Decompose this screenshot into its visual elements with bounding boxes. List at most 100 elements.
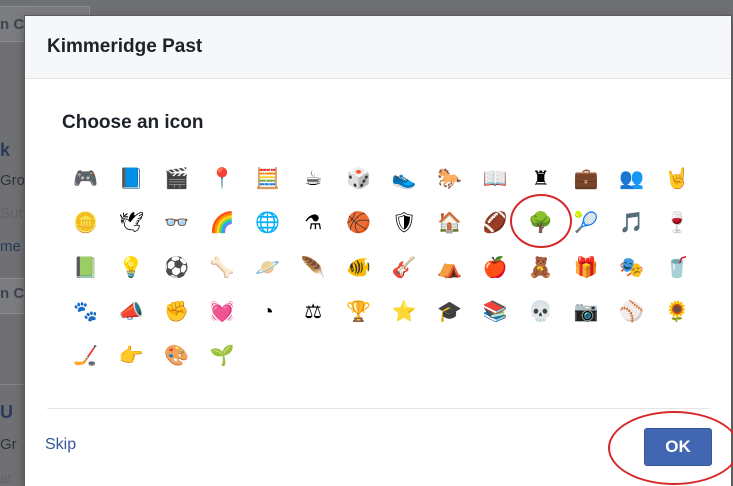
chess-rook-icon: ♜ [531,168,550,191]
footer-divider [47,408,709,409]
skip-link[interactable]: Skip [45,436,76,454]
game-controller-option[interactable]: 🎮 [63,157,109,201]
baseball-icon: ⚾ [619,301,645,324]
skull-option[interactable]: 💀 [518,290,564,334]
film-icon: 🎬 [164,168,190,191]
soccer-ball-option[interactable]: ⚽ [154,246,200,290]
trophy-icon: 🏆 [346,301,372,324]
house-icon: 🏠 [437,212,463,235]
icon-grid: 🎮 📘 🎬 📍 🧮 ☕ 🎲 👟 🐎 📖 ♜ 💼 👥 🤘 🪙 🕊 👓 🌈 🌐 ⚗ 🏀 🛡 🏠 🏈 🌳 🎾 🎵 🍷 📗 💡 ⚽ 🦴 🪐 🪶 🐠 🎸 ⛺ 🍎 🧸 🎁… [63,157,700,378]
film-option[interactable]: 🎬 [154,157,200,201]
background-divider [0,384,25,385]
coin-option[interactable]: 🪙 [63,201,109,245]
rainbow-option[interactable]: 🌈 [200,201,246,245]
background-text: n C [0,285,25,302]
graduation-cap-icon: 🎓 [437,301,463,324]
planet-option[interactable]: 🪐 [245,246,291,290]
sunflower-option[interactable]: 🌻 [655,290,701,334]
house-option[interactable]: 🏠 [427,201,473,245]
background-text: k [0,140,11,160]
tennis-ball-icon: 🎾 [573,212,599,235]
lightbulb-option[interactable]: 💡 [109,246,155,290]
pie-chart-option[interactable]: ◔ [245,290,291,334]
glasses-option[interactable]: 👓 [154,201,200,245]
music-note-option[interactable]: 🎵 [609,201,655,245]
bone-option[interactable]: 🦴 [200,246,246,290]
tree-option[interactable]: 🌳 [510,194,572,249]
palette-icon: 🎨 [164,345,190,368]
tent-option[interactable]: ⛺ [427,246,473,290]
coffee-mug-option[interactable]: ☕ [291,157,337,201]
background-text: me [0,238,21,255]
ok-button[interactable]: OK [644,428,712,466]
gavel-option[interactable]: ⚖ [291,290,337,334]
plant-icon: 🌱 [209,345,235,368]
plant-option[interactable]: 🌱 [200,334,246,378]
flask-option[interactable]: ⚗ [291,201,337,245]
sneaker-option[interactable]: 👟 [382,157,428,201]
bookshelf-icon: 📚 [482,301,508,324]
red-cup-icon: 🥤 [664,256,690,279]
camera-icon: 📷 [573,301,599,324]
paw-option[interactable]: 🐾 [63,290,109,334]
background-text: Sut [0,205,23,222]
globe-option[interactable]: 🌐 [245,201,291,245]
megaphone-option[interactable]: 📣 [109,290,155,334]
rainbow-icon: 🌈 [209,212,235,235]
heartbeat-icon: 💓 [209,301,235,324]
heartbeat-option[interactable]: 💓 [200,290,246,334]
bookshelf-option[interactable]: 📚 [473,290,519,334]
background-text: U [0,402,13,422]
baseball-option[interactable]: ⚾ [609,290,655,334]
basketball-option[interactable]: 🏀 [336,201,382,245]
hockey-puck-option[interactable]: 🏒 [63,334,109,378]
feather-option[interactable]: 🪶 [291,246,337,290]
calculator-option[interactable]: 🧮 [245,157,291,201]
red-cup-option[interactable]: 🥤 [655,246,701,290]
tent-icon: ⛺ [437,256,463,279]
gift-option[interactable]: 🎁 [564,246,610,290]
football-icon: 🏈 [482,212,508,235]
palette-option[interactable]: 🎨 [154,334,200,378]
lightbulb-icon: 💡 [118,256,144,279]
green-book-option[interactable]: 📗 [63,246,109,290]
background-text: Gr [0,436,17,453]
pie-chart-icon: ◔ [261,301,274,324]
graduation-cap-option[interactable]: 🎓 [427,290,473,334]
briefcase-option[interactable]: 💼 [564,157,610,201]
tennis-ball-option[interactable]: 🎾 [564,201,610,245]
contacts-option[interactable]: 👥 [609,157,655,201]
pointing-hand-option[interactable]: 👉 [109,334,155,378]
game-controller-icon: 🎮 [73,168,99,191]
pin-option[interactable]: 📍 [200,157,246,201]
sunflower-icon: 🌻 [664,301,690,324]
fishbowl-option[interactable]: 🐠 [336,246,382,290]
dove-option[interactable]: 🕊 [109,201,155,245]
megaphone-icon: 📣 [118,301,144,324]
apple-option[interactable]: 🍎 [473,246,519,290]
gavel-icon: ⚖ [304,301,323,324]
coin-icon: 🪙 [73,212,99,235]
star-badge-option[interactable]: ⭐ [382,290,428,334]
guitar-option[interactable]: 🎸 [382,246,428,290]
camera-option[interactable]: 📷 [564,290,610,334]
gift-icon: 🎁 [573,256,599,279]
fist-option[interactable]: ✊ [154,290,200,334]
teddy-bear-option[interactable]: 🧸 [518,246,564,290]
horse-option[interactable]: 🐎 [427,157,473,201]
calculator-icon: 🧮 [255,168,281,191]
choose-icon-dialog: Kimmeridge Past Choose an icon 🎮 📘 🎬 📍 🧮 ☕ 🎲 👟 🐎… [25,16,733,486]
dice-option[interactable]: 🎲 [336,157,382,201]
pin-icon: 📍 [209,168,235,191]
wine-glass-option[interactable]: 🍷 [655,201,701,245]
shield-option[interactable]: 🛡 [382,201,428,245]
basketball-icon: 🏀 [346,212,372,235]
book-option[interactable]: 📖 [473,157,519,201]
star-badge-icon: ⭐ [391,301,417,324]
guitar-icon: 🎸 [391,256,417,279]
trophy-option[interactable]: 🏆 [336,290,382,334]
theater-masks-option[interactable]: 🎭 [609,246,655,290]
notebook-option[interactable]: 📘 [109,157,155,201]
rock-hand-option[interactable]: 🤘 [655,157,701,201]
background-text: n C [0,16,25,33]
